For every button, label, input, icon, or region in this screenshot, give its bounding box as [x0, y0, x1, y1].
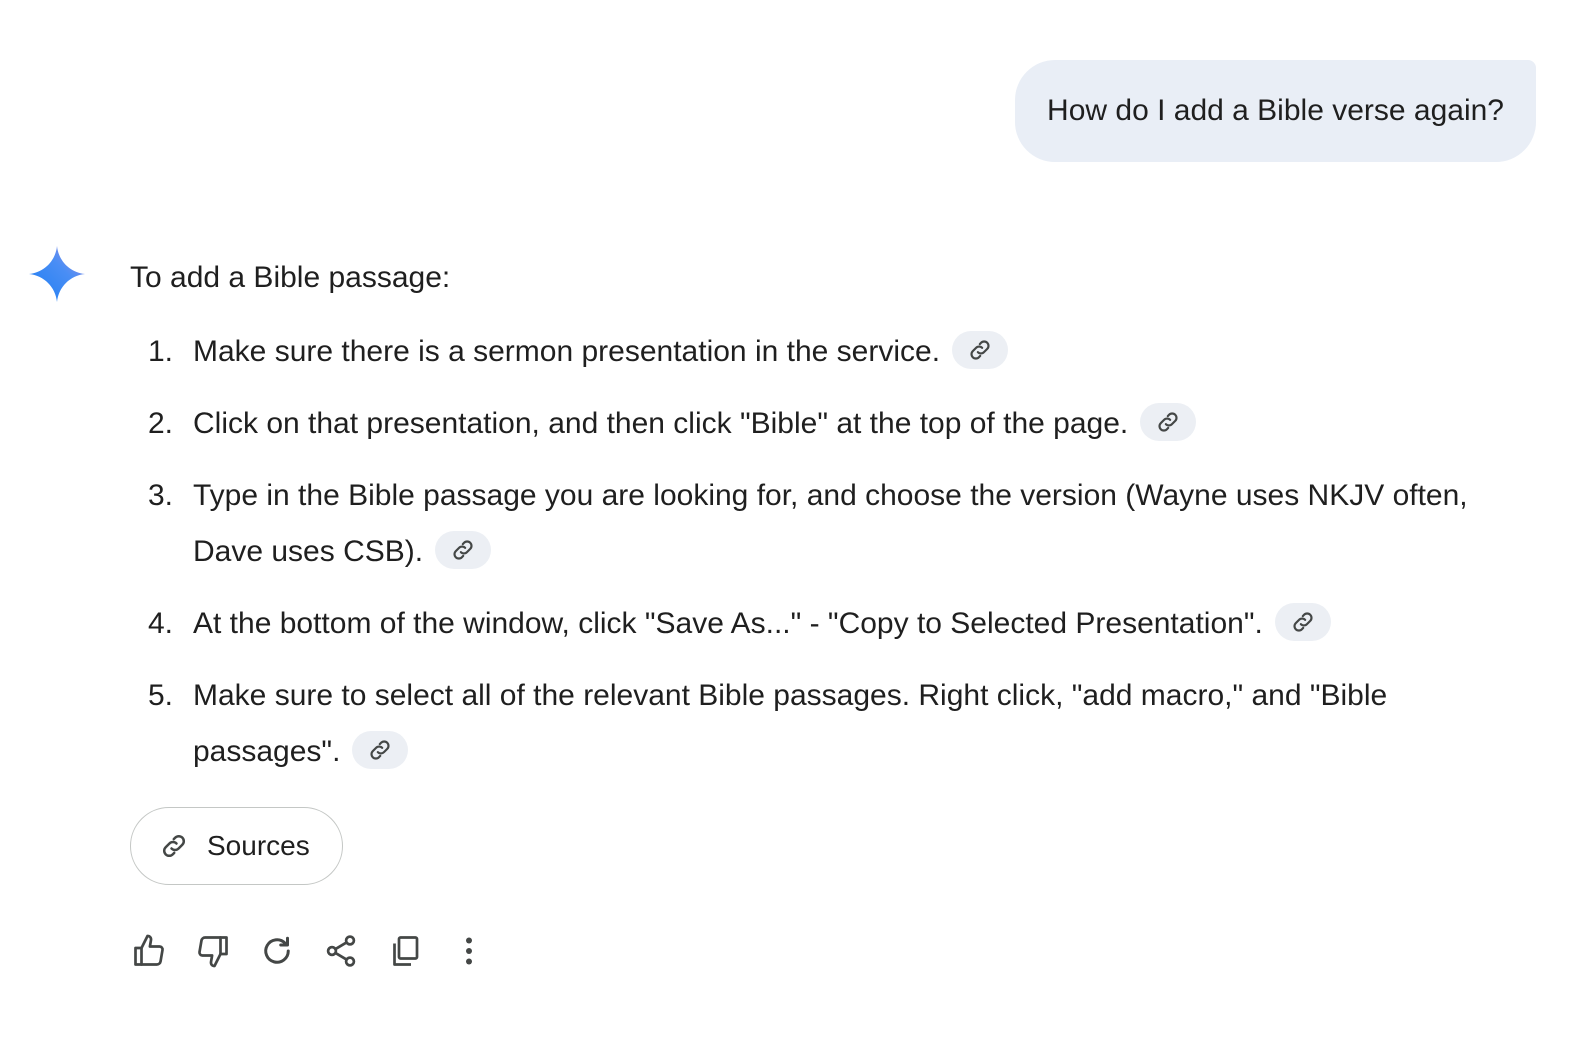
citation-chip[interactable]: [1274, 603, 1331, 642]
step-number: 1.: [148, 335, 174, 368]
citation-chip[interactable]: [352, 731, 409, 770]
chat-page: How do I add a Bible verse again? To add…: [0, 0, 1578, 1061]
link-icon: [453, 540, 473, 560]
link-icon: [1293, 612, 1313, 632]
step-number: 4.: [148, 607, 174, 640]
link-icon: [970, 340, 990, 360]
list-item: 5. Make sure to select all of the releva…: [130, 668, 1530, 780]
step-text: Type in the Bible passage you are lookin…: [193, 479, 1468, 568]
user-message-bubble: How do I add a Bible verse again?: [1015, 60, 1536, 162]
user-message-text: How do I add a Bible verse again?: [1047, 94, 1504, 127]
step-number: 2.: [148, 407, 174, 440]
citation-chip[interactable]: [1140, 403, 1197, 442]
sparkle-icon: [29, 246, 85, 302]
list-item: 4. At the bottom of the window, click "S…: [130, 596, 1530, 652]
steps-list: 1. Make sure there is a sermon presentat…: [130, 324, 1530, 780]
thumbs-down-button[interactable]: [194, 932, 232, 970]
thumbs-up-icon: [134, 934, 164, 966]
share-icon: [326, 935, 356, 967]
step-number: 3.: [148, 479, 174, 512]
copy-button[interactable]: [386, 932, 424, 970]
share-button[interactable]: [322, 932, 360, 970]
regenerate-button[interactable]: [258, 932, 296, 970]
citation-chip[interactable]: [435, 531, 492, 570]
more-vert-icon: [466, 937, 472, 965]
thumbs-up-button[interactable]: [130, 932, 168, 970]
more-options-button[interactable]: [450, 932, 488, 970]
list-item: 1. Make sure there is a sermon presentat…: [130, 324, 1530, 380]
link-icon: [1158, 412, 1178, 432]
step-text: At the bottom of the window, click "Save…: [193, 607, 1263, 640]
list-item: 2. Click on that presentation, and then …: [130, 396, 1530, 452]
copy-icon: [393, 936, 419, 966]
link-icon: [370, 740, 390, 760]
response-intro: To add a Bible passage:: [130, 261, 451, 294]
step-text: Click on that presentation, and then cli…: [193, 407, 1129, 440]
step-number: 5.: [148, 679, 174, 712]
sources-label: Sources: [207, 830, 310, 861]
list-item: 3. Type in the Bible passage you are loo…: [130, 468, 1530, 580]
assistant-response: To add a Bible passage: 1. Make sure the…: [130, 252, 1530, 968]
step-text: Make sure there is a sermon presentation…: [193, 335, 941, 368]
response-actions: [130, 932, 488, 970]
citation-chip[interactable]: [952, 331, 1009, 370]
sources-button[interactable]: Sources: [130, 807, 343, 885]
thumbs-down-icon: [198, 936, 228, 968]
link-icon: [162, 834, 186, 858]
regenerate-icon: [264, 936, 290, 964]
